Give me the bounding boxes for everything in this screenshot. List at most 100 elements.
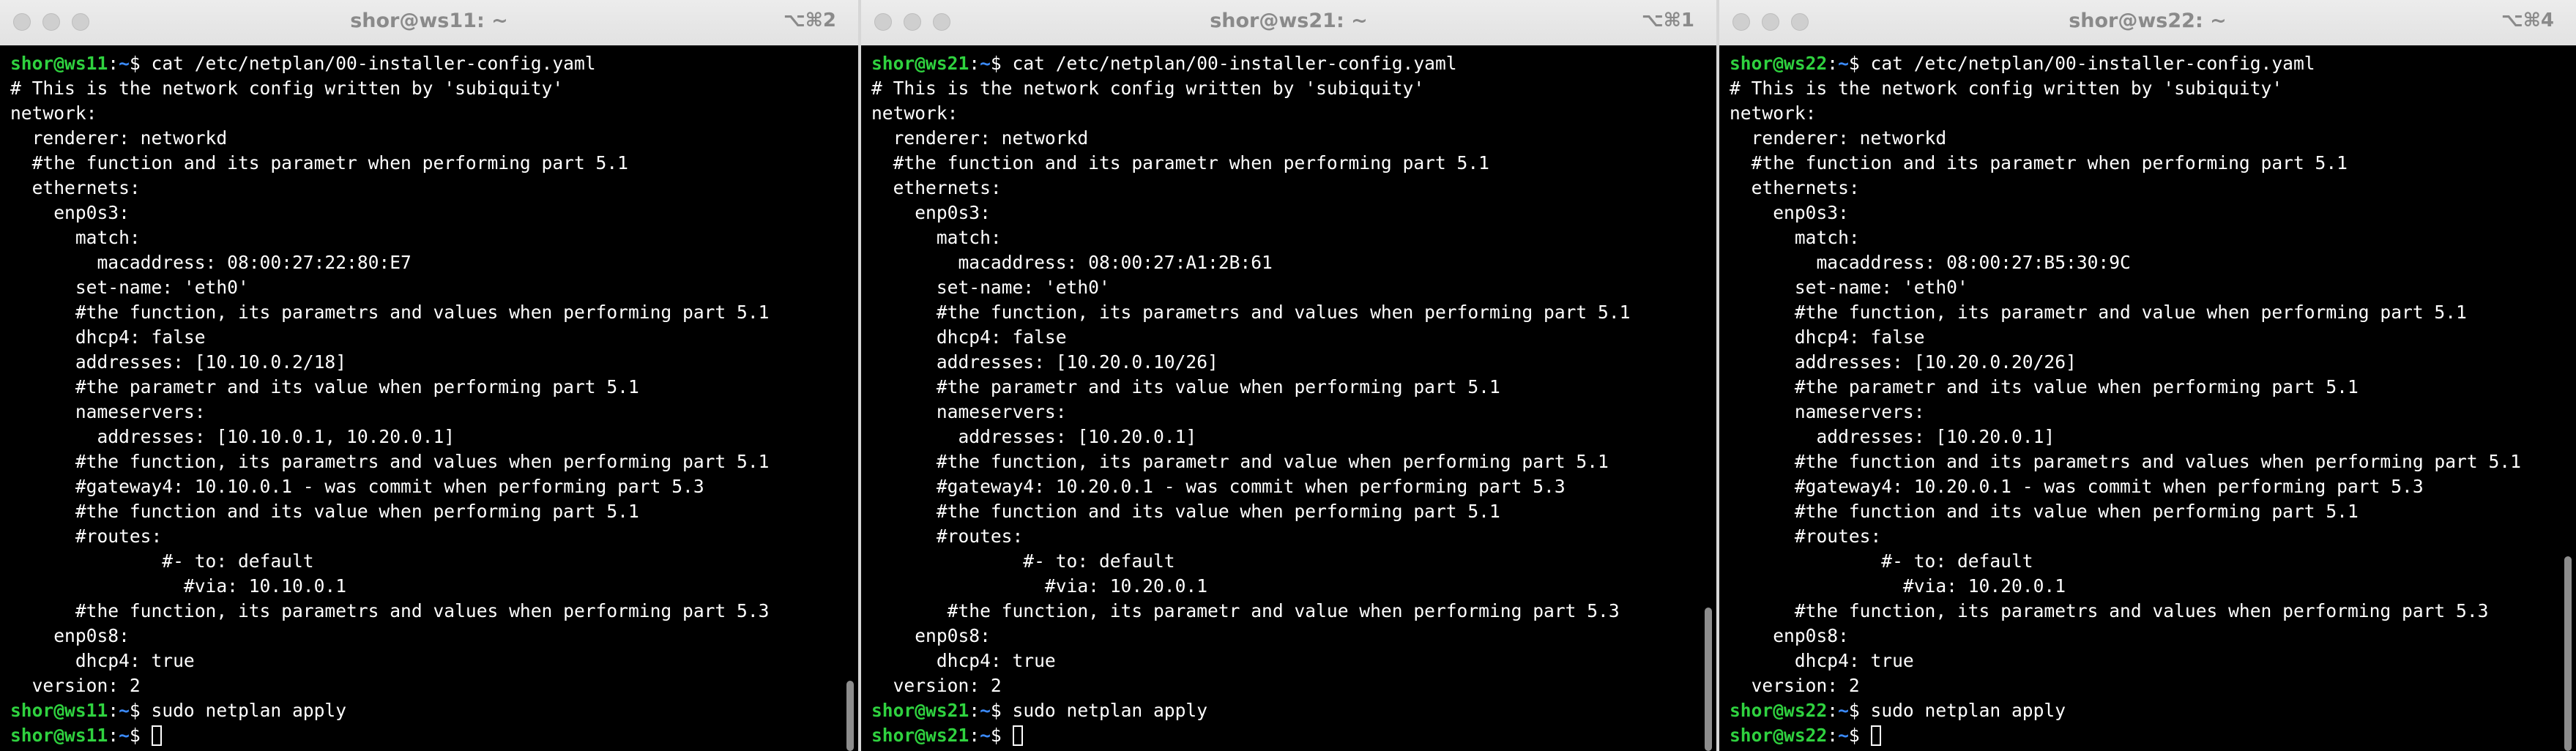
command-text: sudo netplan apply bbox=[1012, 700, 1208, 721]
output-line: #routes: bbox=[10, 526, 163, 547]
output-line: #the function and its value when perform… bbox=[10, 501, 639, 522]
window-shortcut: ⌥⌘2 bbox=[783, 10, 836, 31]
prompt-separator: : bbox=[1827, 725, 1839, 746]
output-line: set-name: 'eth0' bbox=[871, 277, 1110, 298]
prompt-path: ~ bbox=[1838, 725, 1849, 746]
output-line: nameservers: bbox=[10, 401, 206, 422]
output-line: #the function and its value when perform… bbox=[871, 501, 1500, 522]
prompt-path: ~ bbox=[119, 725, 130, 746]
prompt-user: shor@ws21 bbox=[871, 53, 969, 74]
prompt-user: shor@ws11 bbox=[10, 53, 108, 74]
prompt-line: shor@ws21:~$ sudo netplan apply bbox=[871, 698, 1716, 723]
title-bar[interactable]: shor@ws22: ~ ⌥⌘4 bbox=[1719, 0, 2576, 46]
prompt-path: ~ bbox=[980, 53, 991, 74]
prompt-separator: : bbox=[969, 700, 980, 721]
output-line: #the function, its parametrs and values … bbox=[1730, 600, 2489, 621]
output-line: #gateway4: 10.20.0.1 - was commit when p… bbox=[1730, 476, 2424, 497]
output-line: #routes: bbox=[1730, 526, 1882, 547]
prompt-separator: : bbox=[1827, 53, 1839, 74]
output-line: enp0s8: bbox=[871, 625, 991, 646]
prompt-line: shor@ws11:~$ sudo netplan apply bbox=[10, 698, 858, 723]
output-line: #the function and its parametrs and valu… bbox=[1730, 451, 2521, 472]
terminal-content[interactable]: shor@ws22:~$ cat /etc/netplan/00-install… bbox=[1719, 45, 2576, 751]
output-line: match: bbox=[1730, 227, 1860, 248]
prompt-line: shor@ws21:~$ bbox=[871, 723, 1716, 748]
output-line: #the function, its parametrs and values … bbox=[10, 302, 770, 323]
prompt-line: shor@ws22:~$ bbox=[1730, 723, 2576, 748]
prompt-path: ~ bbox=[980, 700, 991, 721]
output-line: renderer: networkd bbox=[1730, 127, 1947, 149]
output-line: version: 2 bbox=[1730, 675, 1860, 696]
output-line: #via: 10.10.0.1 bbox=[10, 575, 347, 597]
output-line: network: bbox=[1730, 102, 1817, 124]
prompt-user: shor@ws21 bbox=[871, 725, 969, 746]
prompt-symbol: $ bbox=[1848, 725, 1871, 746]
output-line: enp0s3: bbox=[871, 202, 991, 223]
output-line: #- to: default bbox=[871, 550, 1175, 572]
output-line: #the function, its parametrs and values … bbox=[871, 302, 1631, 323]
prompt-symbol: $ bbox=[990, 725, 1013, 746]
output-line: addresses: [10.20.0.1] bbox=[1730, 426, 2055, 447]
terminal-content[interactable]: shor@ws11:~$ cat /etc/netplan/00-install… bbox=[0, 45, 858, 751]
terminal-cursor[interactable] bbox=[151, 725, 162, 746]
scrollbar-thumb[interactable] bbox=[846, 681, 854, 751]
window-shortcut: ⌥⌘4 bbox=[2501, 10, 2554, 31]
output-line: nameservers: bbox=[1730, 401, 1925, 422]
output-line: enp0s8: bbox=[10, 625, 130, 646]
prompt-separator: : bbox=[969, 53, 980, 74]
output-line: #- to: default bbox=[1730, 550, 2033, 572]
output-line: #the function, its parametrs and values … bbox=[10, 451, 770, 472]
output-line: #the function, its parametr and value wh… bbox=[871, 600, 1620, 621]
output-line: dhcp4: false bbox=[10, 326, 206, 348]
output-line: #the parametr and its value when perform… bbox=[1730, 376, 2359, 397]
output-line: enp0s8: bbox=[1730, 625, 1849, 646]
output-line: match: bbox=[871, 227, 1002, 248]
output-line: version: 2 bbox=[10, 675, 141, 696]
prompt-separator: : bbox=[1827, 700, 1839, 721]
command-text: cat /etc/netplan/00-installer-config.yam… bbox=[1870, 53, 2315, 74]
output-line: network: bbox=[10, 102, 97, 124]
command-text: cat /etc/netplan/00-installer-config.yam… bbox=[151, 53, 596, 74]
terminal-window-ws11[interactable]: shor@ws11: ~ ⌥⌘2 shor@ws11:~$ cat /etc/n… bbox=[0, 0, 858, 751]
terminal-cursor[interactable] bbox=[1870, 725, 1881, 746]
scrollbar-thumb[interactable] bbox=[1705, 608, 1712, 751]
title-bar[interactable]: shor@ws21: ~ ⌥⌘1 bbox=[861, 0, 1716, 46]
output-line: #the parametr and its value when perform… bbox=[871, 376, 1500, 397]
prompt-separator: : bbox=[969, 725, 980, 746]
output-line: #- to: default bbox=[10, 550, 314, 572]
terminal-window-ws22[interactable]: shor@ws22: ~ ⌥⌘4 shor@ws22:~$ cat /etc/n… bbox=[1716, 0, 2576, 751]
output-line: # This is the network config written by … bbox=[1730, 78, 2283, 99]
output-line: macaddress: 08:00:27:A1:2B:61 bbox=[871, 252, 1273, 273]
terminal-content[interactable]: shor@ws21:~$ cat /etc/netplan/00-install… bbox=[861, 45, 1716, 751]
command-text: cat /etc/netplan/00-installer-config.yam… bbox=[1012, 53, 1457, 74]
command-text: sudo netplan apply bbox=[1870, 700, 2066, 721]
scrollbar-thumb[interactable] bbox=[2564, 556, 2572, 751]
terminal-window-ws21[interactable]: shor@ws21: ~ ⌥⌘1 shor@ws21:~$ cat /etc/n… bbox=[858, 0, 1716, 751]
prompt-line: shor@ws22:~$ cat /etc/netplan/00-install… bbox=[1730, 51, 2576, 76]
terminal-cursor[interactable] bbox=[1012, 725, 1023, 746]
output-line: dhcp4: false bbox=[871, 326, 1067, 348]
prompt-path: ~ bbox=[980, 725, 991, 746]
title-bar[interactable]: shor@ws11: ~ ⌥⌘2 bbox=[0, 0, 858, 46]
window-title: shor@ws21: ~ bbox=[1210, 10, 1368, 32]
output-line: renderer: networkd bbox=[871, 127, 1089, 149]
output-line: #the function, its parametr and value wh… bbox=[871, 451, 1609, 472]
output-line: ethernets: bbox=[1730, 177, 1860, 198]
prompt-path: ~ bbox=[1838, 700, 1849, 721]
output-line: set-name: 'eth0' bbox=[1730, 277, 1968, 298]
output-line: dhcp4: true bbox=[871, 650, 1056, 671]
prompt-path: ~ bbox=[1838, 53, 1849, 74]
output-line: addresses: [10.20.0.20/26] bbox=[1730, 351, 2077, 373]
output-line: renderer: networkd bbox=[10, 127, 228, 149]
output-line: #the parametr and its value when perform… bbox=[10, 376, 639, 397]
output-line: #gateway4: 10.20.0.1 - was commit when p… bbox=[871, 476, 1566, 497]
output-line: addresses: [10.10.0.2/18] bbox=[10, 351, 347, 373]
output-line: addresses: [10.10.0.1, 10.20.0.1] bbox=[10, 426, 455, 447]
prompt-separator: : bbox=[108, 700, 119, 721]
output-line: macaddress: 08:00:27:22:80:E7 bbox=[10, 252, 412, 273]
prompt-symbol: $ bbox=[1848, 700, 1871, 721]
output-line: #the function and its parametr when perf… bbox=[1730, 152, 2348, 173]
output-line: macaddress: 08:00:27:B5:30:9C bbox=[1730, 252, 2131, 273]
window-title: shor@ws22: ~ bbox=[2069, 10, 2227, 32]
prompt-path: ~ bbox=[119, 53, 130, 74]
